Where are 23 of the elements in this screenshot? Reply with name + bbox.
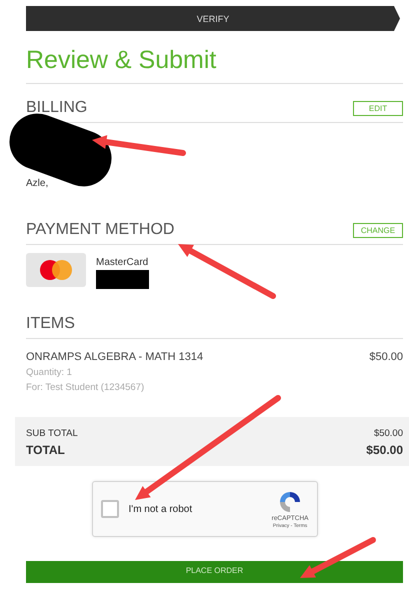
redaction-bar bbox=[96, 270, 149, 289]
captcha-label: I'm not a robot bbox=[128, 504, 194, 514]
section-heading: BILLING bbox=[26, 99, 88, 117]
item-price: $50.00 bbox=[369, 351, 403, 363]
item-quantity: Quantity: 1 bbox=[26, 367, 73, 378]
progress-step: VERIFY bbox=[26, 6, 400, 31]
total-amount: $50.00 bbox=[366, 443, 403, 457]
total-amount: $50.00 bbox=[374, 428, 403, 439]
item-recipient: For: Test Student (1234567) bbox=[26, 382, 146, 393]
section-heading: PAYMENT METHOD bbox=[26, 221, 174, 239]
page-title: Review & Submit bbox=[26, 46, 403, 84]
section-heading: ITEMS bbox=[26, 315, 75, 333]
place-order-button[interactable]: PLACE ORDER bbox=[26, 561, 403, 583]
card-brand: MasterCard bbox=[96, 257, 149, 268]
total-label: TOTAL bbox=[26, 443, 65, 457]
card-logo bbox=[26, 253, 86, 287]
recaptcha-logo-icon bbox=[278, 490, 302, 514]
address-line: Azle, bbox=[26, 178, 50, 189]
item-name: ONRAMPS ALGEBRA - MATH 1314 bbox=[26, 351, 204, 363]
change-button[interactable]: CHANGE bbox=[353, 222, 403, 238]
total-label: SUB TOTAL bbox=[26, 428, 78, 439]
captcha-checkbox[interactable] bbox=[100, 500, 118, 518]
edit-button[interactable]: EDIT bbox=[353, 100, 403, 116]
